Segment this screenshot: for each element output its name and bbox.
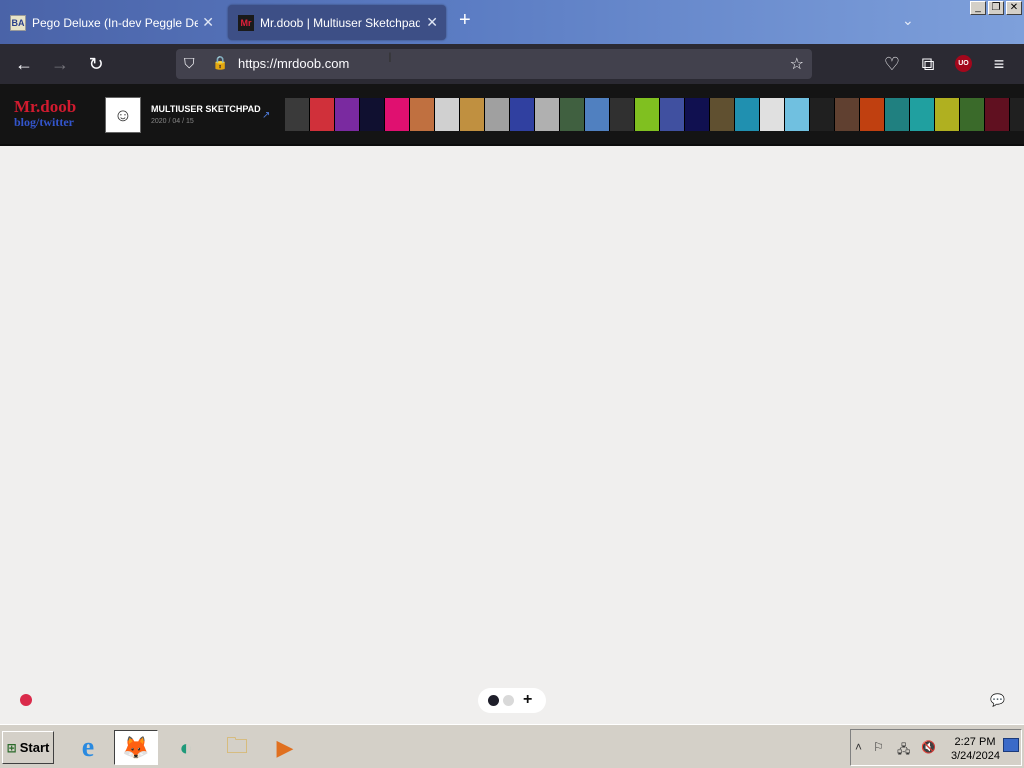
new-tab-button[interactable]: + [459,10,471,30]
clock-date: 3/24/2024 [951,750,1000,762]
site-header: Mr.doob blog/twitter ☺ MULTIUSER SKETCHP… [0,84,1024,146]
project-thumbnail-3[interactable] [335,98,360,131]
add-button[interactable]: + [523,691,532,709]
brush-size-small[interactable] [503,695,514,706]
close-tab-icon[interactable]: ✕ [426,14,438,31]
site-logo[interactable]: Mr.doob blog/twitter [14,98,76,129]
blog-twitter-link[interactable]: blog/twitter [14,115,76,129]
taskbar: ⊞ Start e 🦊 ◐ 🗀 ▶ ˄ ⚐ 🖧 🔇 2:27 PM 3/24/2… [0,724,1024,768]
project-thumbnail-16[interactable] [660,98,685,131]
project-thumbnail-26[interactable] [910,98,935,131]
address-bar[interactable]: ⛉ 🔒 https://mrdoob.com ☆ [176,49,812,79]
clock-time: 2:27 PM [954,736,996,748]
project-thumbnail-5[interactable] [385,98,410,131]
project-thumbnail-4[interactable] [360,98,385,131]
clock[interactable]: 2:27 PM 3/24/2024 [951,735,1000,763]
project-thumbnail-22[interactable] [810,98,835,131]
menu-icon[interactable]: ≡ [988,53,1010,75]
back-icon[interactable]: ← [13,53,35,75]
file-explorer-icon[interactable]: 🗀 [215,730,259,765]
project-thumbnail-30[interactable] [1010,98,1024,131]
tracking-protection-icon[interactable]: ⛉ [184,55,195,72]
tab-pego-deluxe[interactable]: BA Pego Deluxe (In-dev Peggle Deluxe ✕ [0,5,222,40]
network-icon[interactable]: 🖧 [897,740,910,761]
project-date: 2020 / 04 / 15 [151,118,194,125]
project-thumbnail-6[interactable] [410,98,435,131]
project-thumbnail-13[interactable] [585,98,610,131]
minimize-button[interactable]: _ [970,1,986,15]
project-thumbnail-21[interactable] [785,98,810,131]
start-label: Start [19,740,50,755]
text-cursor-icon: I [388,49,392,65]
firefox-icon[interactable]: 🦊 [114,730,158,765]
project-thumbnail-25[interactable] [885,98,910,131]
url-input[interactable]: https://mrdoob.com [238,56,349,71]
internet-explorer-icon[interactable]: e [66,730,110,765]
action-center-flag-icon[interactable]: ⚐ [873,740,884,754]
close-tab-icon[interactable]: ✕ [202,14,214,31]
project-thumbnail-2[interactable] [310,98,335,131]
tab-favicon: Mr [238,14,254,31]
volume-muted-icon[interactable]: 🔇 [921,740,936,754]
close-window-button[interactable]: ✕ [1006,1,1022,15]
project-thumbnail-18[interactable] [710,98,735,131]
project-thumbnail-19[interactable] [735,98,760,131]
ublock-origin-icon[interactable]: UO [955,55,972,72]
project-thumbnail-17[interactable] [685,98,710,131]
reload-icon[interactable]: ↻ [85,53,107,75]
chat-icon[interactable]: 💬 [990,693,1005,707]
brush-size-large[interactable] [488,695,499,706]
project-thumbnail-1[interactable] [285,98,310,131]
project-thumbnail-8[interactable] [460,98,485,131]
project-thumbnail-15[interactable] [635,98,660,131]
window-controls: _ ❐ ✕ [970,1,1022,15]
project-thumbnail-9[interactable] [485,98,510,131]
logo-title[interactable]: Mr.doob [14,98,76,115]
tab-strip: BA Pego Deluxe (In-dev Peggle Deluxe ✕ M… [0,0,1024,44]
show-hidden-icons-icon[interactable]: ˄ [855,740,862,754]
system-tray: ˄ ⚐ 🖧 🔇 2:27 PM 3/24/2024 [850,729,1022,766]
project-thumbnail-23[interactable] [835,98,860,131]
restore-button[interactable]: ❐ [988,1,1004,15]
project-thumbnail-28[interactable] [960,98,985,131]
project-thumbnail-27[interactable] [935,98,960,131]
project-thumbnail-7[interactable] [435,98,460,131]
project-thumbnail-strip [285,98,1024,131]
pocket-icon[interactable]: ♡ [881,53,903,75]
tab-title: Mr.doob | Multiuser Sketchpad [260,15,420,30]
forward-icon[interactable]: → [49,53,71,75]
project-thumbnail-20[interactable] [760,98,785,131]
external-link-icon[interactable]: ↗ [262,110,270,121]
windows-flag-icon: ⊞ [6,740,17,755]
brush-size-selector: + [478,688,546,713]
tab-mrdoob-sketchpad[interactable]: Mr Mr.doob | Multiuser Sketchpad ✕ [228,5,446,40]
project-thumbnail-14[interactable] [610,98,635,131]
project-title: MULTIUSER SKETCHPAD [151,104,261,114]
show-desktop-icon[interactable] [1003,738,1019,752]
media-player-icon[interactable]: ▶ [263,730,307,765]
start-button[interactable]: ⊞ Start [2,731,54,764]
list-all-tabs-icon[interactable]: ⌄ [902,12,914,29]
edge-icon[interactable]: ◐ [164,730,208,765]
tab-favicon: BA [10,14,26,31]
extensions-icon[interactable]: ⧉ [917,53,939,75]
project-thumbnail-24[interactable] [860,98,885,131]
navigation-toolbar: ← → ↻ ⛉ 🔒 https://mrdoob.com ☆ ♡ ⧉ UO ≡ [0,44,1024,84]
sketchpad-canvas[interactable] [0,146,1024,724]
project-thumbnail[interactable]: ☺ [105,97,141,133]
bookmark-star-icon[interactable]: ☆ [790,54,804,74]
lock-icon[interactable]: 🔒 [212,55,228,71]
brush-color-button[interactable] [20,694,32,706]
project-thumbnail-11[interactable] [535,98,560,131]
tab-title: Pego Deluxe (In-dev Peggle Deluxe [32,15,198,30]
project-thumbnail-12[interactable] [560,98,585,131]
project-thumbnail-29[interactable] [985,98,1010,131]
project-thumbnail-10[interactable] [510,98,535,131]
